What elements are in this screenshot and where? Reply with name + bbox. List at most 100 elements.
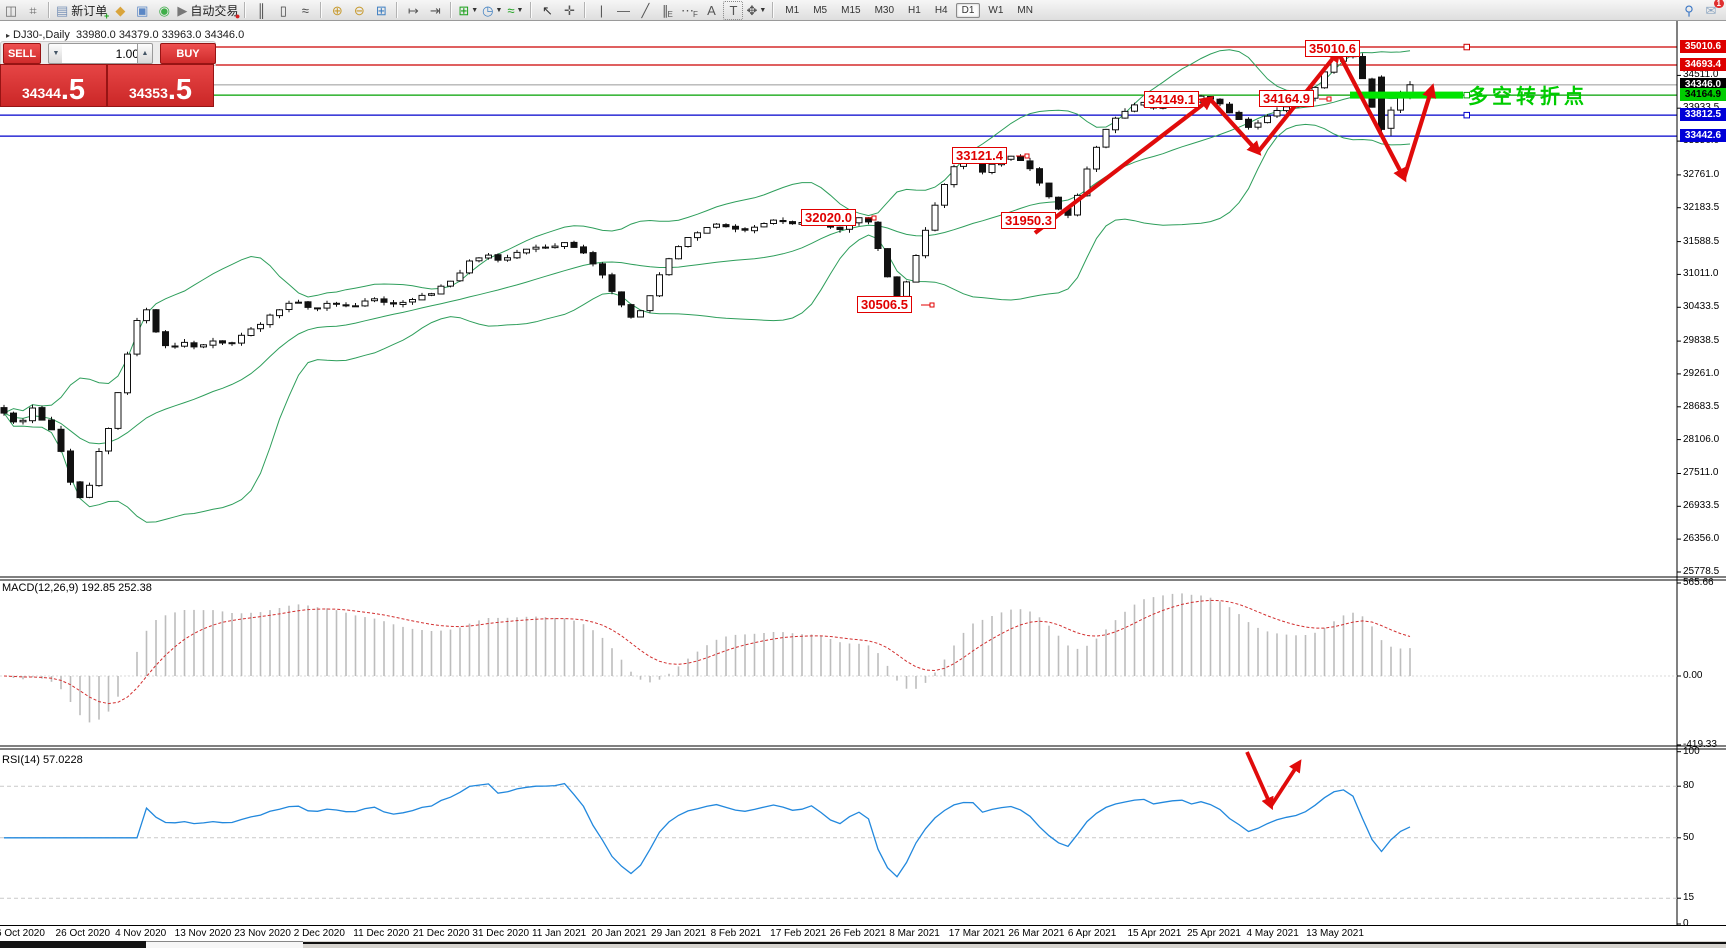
toolbar-separator — [48, 2, 50, 18]
timeframe-w1-button[interactable]: W1 — [982, 3, 1009, 18]
notifications-icon[interactable]: ✉ 1 — [1701, 0, 1724, 20]
chart-magnifier-icon[interactable]: ⌗ — [23, 1, 43, 20]
new-chart-dropdown-caret-icon: ▼ — [471, 6, 479, 14]
toolbar-separator — [396, 2, 399, 18]
price-tick-label: 26933.5 — [1683, 500, 1720, 512]
price-callout[interactable]: 30506.5 — [857, 296, 912, 313]
main-toolbar: ◫ ⌗ ▤ + 新订单 ◆ ▣ ◉ ▶ ● 自动交易 ║ ▯ ≈ ⊕ ⊖ ⊞ ↦ ⇥ ⊞ ▼ ◷ ▼ ≈ ▼ ↖ ✛ | — ╱ ∥ E ⋯ F A… — [0, 0, 1726, 21]
crosshair-icon[interactable]: ✛ — [559, 1, 579, 20]
price-callout[interactable]: 32020.0 — [801, 209, 856, 226]
timeframe-m15-button[interactable]: M15 — [835, 3, 866, 18]
notification-count-badge: 1 — [1713, 0, 1724, 8]
taskbar-segment-dark — [0, 941, 146, 948]
rsi-axis-label: 100 — [1683, 745, 1700, 757]
price-level-badge: 34693.4 — [1680, 58, 1726, 71]
auto-trading-button[interactable]: ▶ ● 自动交易 — [176, 1, 240, 21]
tile-windows-icon[interactable]: ⊞ — [371, 1, 391, 20]
symbol-ohlc: 33980.0 34379.0 33963.0 34346.0 — [76, 29, 245, 41]
buy-button[interactable]: BUY — [160, 43, 216, 64]
taskbar-segment-light — [146, 941, 303, 948]
timeframe-mn-button[interactable]: MN — [1011, 3, 1039, 18]
sell-button[interactable]: SELL — [3, 43, 41, 64]
price-callout[interactable]: 35010.6 — [1305, 40, 1360, 57]
new-order-button-label: 新订单 — [71, 3, 108, 18]
price-tick-label: 31011.0 — [1683, 268, 1719, 280]
toolbar-separator — [244, 2, 247, 18]
equidistant-channel-icon[interactable]: ∥ E — [657, 1, 677, 20]
indicators-dropdown-caret-icon: ▼ — [516, 6, 524, 14]
date-axis-label: 13 May 2021 — [1306, 928, 1364, 939]
price-callout[interactable]: 34164.9 — [1259, 90, 1314, 107]
profiles-dropdown[interactable]: ◷ ▼ — [481, 1, 503, 20]
arrows-dropdown[interactable]: ✥ ▼ — [745, 1, 767, 20]
sell-price-main: 34344 — [21, 85, 61, 101]
candlestick-chart-icon[interactable]: ▯ — [273, 1, 293, 20]
cursor-icon[interactable]: ↖ — [537, 1, 557, 20]
timeframe-m5-button[interactable]: M5 — [807, 3, 833, 18]
toolbar-separator — [530, 2, 533, 18]
price-tick-label: 29838.5 — [1683, 335, 1720, 347]
chart-area[interactable]: 34511.033933.533356.032761.032183.531588… — [0, 21, 1726, 948]
new-chart-dropdown[interactable]: ⊞ ▼ — [457, 1, 479, 20]
vertical-line-icon[interactable]: | — [591, 1, 611, 20]
date-axis-label: 20 Jan 2021 — [591, 928, 647, 939]
fibonacci-icon[interactable]: ⋯ F — [679, 1, 699, 20]
horizontal-line-icon[interactable]: — — [613, 1, 633, 20]
macd-axis-label: 565.66 — [1683, 577, 1714, 588]
date-axis-label: 31 Dec 2020 — [472, 928, 530, 939]
buy-price-pips: .5 — [167, 74, 193, 106]
price-callout[interactable]: 31950.3 — [1001, 212, 1056, 229]
styles-bucket-icon[interactable]: ◆ — [110, 1, 130, 20]
price-tick-label: 31588.5 — [1683, 235, 1720, 247]
one-click-trading-panel: SELL ▼ ▲ BUY 34344.5 34353.5 — [0, 41, 216, 107]
volume-input[interactable] — [62, 43, 143, 64]
timeframe-m30-button[interactable]: M30 — [869, 3, 900, 18]
trendline-icon[interactable]: ╱ — [635, 1, 655, 20]
timeframe-h4-button[interactable]: H4 — [929, 3, 954, 18]
auto-scroll-icon[interactable]: ↦ — [403, 1, 423, 20]
date-axis-label: 29 Jan 2021 — [651, 928, 707, 939]
date-axis-label: 6 Apr 2021 — [1067, 928, 1117, 939]
symbol-info-line: ▸ DJ30-,Daily 33980.0 34379.0 33963.0 343… — [6, 29, 244, 41]
date-axis-label: 2 Dec 2020 — [293, 928, 345, 939]
price-tick-label: 28106.0 — [1683, 433, 1720, 445]
new-order-button[interactable]: ▤ + 新订单 — [55, 1, 109, 21]
zoom-in-icon[interactable]: ⊕ — [327, 1, 347, 20]
zoom-out-icon[interactable]: ⊖ — [349, 1, 369, 20]
toolbar-separator — [584, 2, 587, 18]
search-icon[interactable]: ⚲ — [1679, 1, 1699, 20]
line-chart-icon[interactable]: ≈ — [295, 1, 315, 20]
profiles-dropdown-caret-icon: ▼ — [495, 6, 503, 14]
mt4-window: ◫ ⌗ ▤ + 新订单 ◆ ▣ ◉ ▶ ● 自动交易 ║ ▯ ≈ ⊕ ⊖ ⊞ ↦ ⇥ ⊞ ▼ ◷ ▼ ≈ ▼ ↖ ✛ | — ╱ ∥ E ⋯ F A… — [0, 0, 1726, 948]
price-callout[interactable]: 34149.1 — [1144, 91, 1199, 108]
date-axis-label: 11 Jan 2021 — [531, 928, 587, 939]
date-axis-label: 8 Mar 2021 — [889, 928, 940, 939]
price-tick-label: 30433.5 — [1683, 301, 1720, 313]
collapse-arrow-icon[interactable]: ▸ — [6, 31, 10, 40]
timeframe-h1-button[interactable]: H1 — [902, 3, 927, 18]
indicators-dropdown[interactable]: ≈ ▼ — [505, 1, 525, 20]
profile-icon[interactable]: ▣ — [132, 1, 152, 20]
volume-increase-button[interactable]: ▲ — [137, 43, 153, 64]
sell-price-panel[interactable]: 34344.5 — [0, 64, 107, 107]
chart-window-icon[interactable]: ◫ — [1, 1, 21, 20]
text-label-icon[interactable]: T — [723, 0, 744, 20]
date-axis-label: 26 Mar 2021 — [1008, 928, 1065, 939]
date-axis-label: 25 Apr 2021 — [1187, 928, 1241, 939]
price-tick-label: 28683.5 — [1683, 400, 1720, 412]
bar-chart-icon[interactable]: ║ — [251, 1, 271, 20]
rsi-axis-label: 50 — [1683, 831, 1695, 843]
timeframe-d1-button[interactable]: D1 — [955, 2, 981, 18]
date-axis-label: 8 Feb 2021 — [710, 928, 762, 939]
text-icon[interactable]: A — [701, 1, 721, 20]
price-callout[interactable]: 33121.4 — [952, 147, 1007, 164]
annotation-text[interactable]: 多空转折点 — [1468, 80, 1588, 109]
date-axis-label: 26 Oct 2020 — [55, 928, 111, 939]
buy-price-panel[interactable]: 34353.5 — [107, 64, 214, 107]
date-axis-label: 4 May 2021 — [1246, 928, 1299, 939]
signal-icon[interactable]: ◉ — [154, 1, 174, 20]
timeframe-m1-button[interactable]: M1 — [779, 3, 805, 18]
chart-overlays: 34511.033933.533356.032761.032183.531588… — [0, 21, 1726, 948]
price-tick-label: 25778.5 — [1683, 565, 1720, 577]
chart-shift-icon[interactable]: ⇥ — [425, 1, 445, 20]
